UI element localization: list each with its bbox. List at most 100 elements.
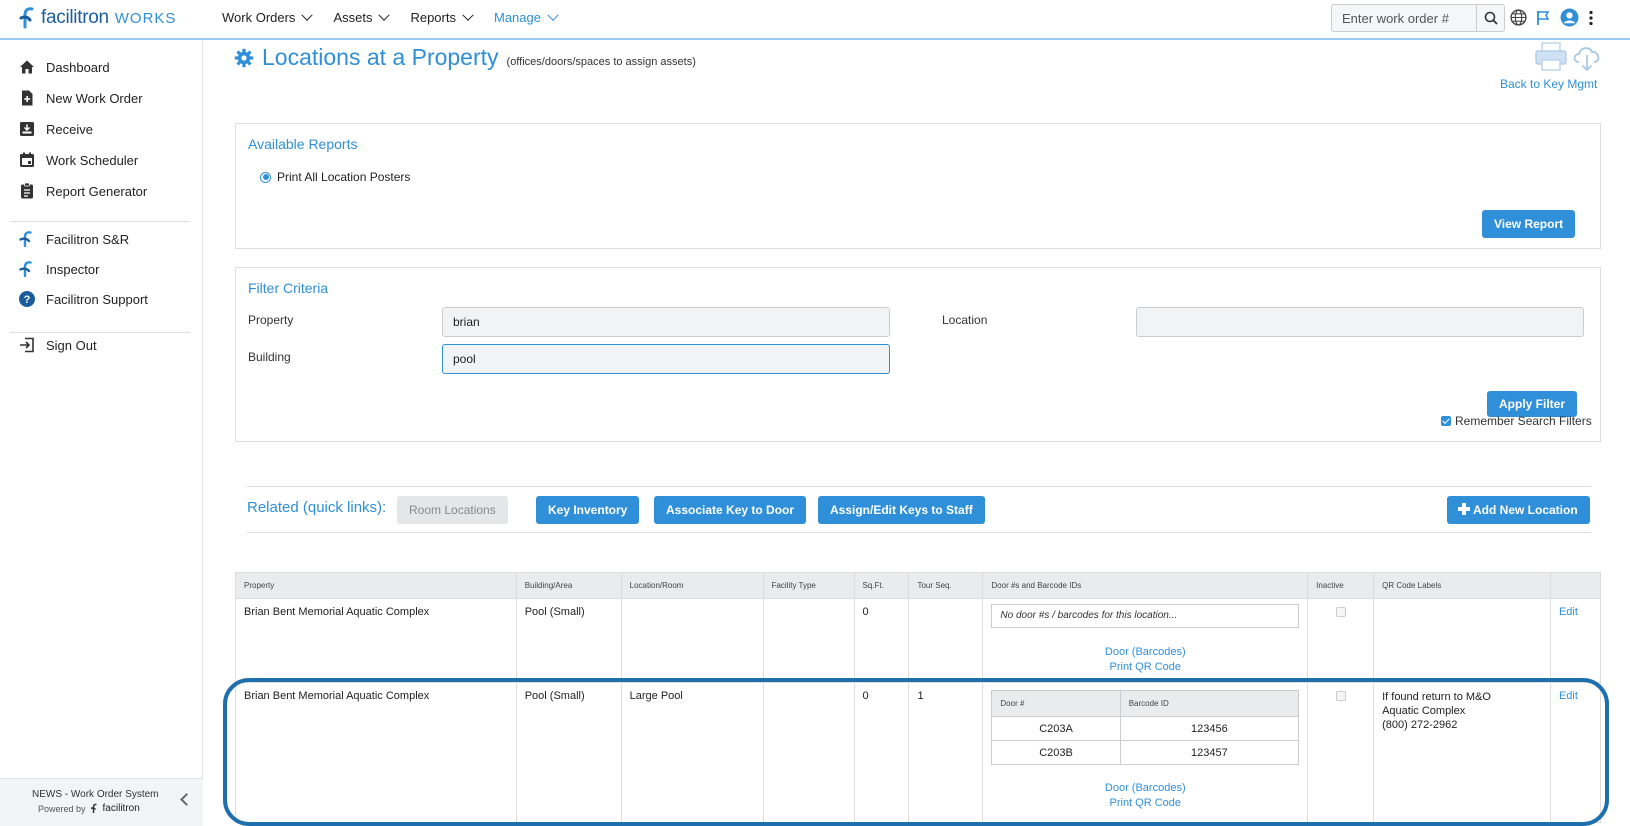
flag-icon[interactable] <box>1536 10 1551 26</box>
available-reports-title: Available Reports <box>248 136 358 152</box>
powered-by-label: Powered by <box>38 803 86 814</box>
cell-doors: Door # Barcode ID C203A 123456 C203B 123… <box>982 682 1309 823</box>
edit-link[interactable]: Edit <box>1549 598 1602 683</box>
door-links: Door (Barcodes) Print QR Code <box>991 645 1299 675</box>
top-icons <box>1510 8 1594 27</box>
cell-qr-labels: If found return to M&O Aquatic Complex (… <box>1373 682 1551 823</box>
globe-icon[interactable] <box>1510 9 1527 26</box>
col-qr-labels[interactable]: QR Code Labels <box>1373 572 1551 599</box>
door-number: C203A <box>991 716 1121 741</box>
view-report-button[interactable]: View Report <box>1482 210 1576 238</box>
cell-tour-seq <box>908 598 984 683</box>
nav-manage[interactable]: Manage <box>494 9 559 25</box>
edit-link[interactable]: Edit <box>1549 682 1602 823</box>
sidebar-item-inspector[interactable]: Inspector <box>18 260 99 278</box>
col-doors-barcodes[interactable]: Door #s and Barcode IDs <box>982 572 1309 599</box>
plus-doc-icon <box>22 90 33 106</box>
locations-table: Property Building/Area Location/Room Fac… <box>235 572 1602 823</box>
barcode-id: 123457 <box>1119 740 1300 765</box>
cloud-download-icon[interactable] <box>1570 42 1604 72</box>
chevron-down-icon <box>462 9 474 21</box>
room-locations-button[interactable]: Room Locations <box>397 496 508 524</box>
work-order-search <box>1331 4 1505 32</box>
property-label: Property <box>248 313 294 327</box>
col-property[interactable]: Property <box>235 572 517 599</box>
sidebar-item-new-work-order[interactable]: New Work Order <box>18 89 143 107</box>
search-icon <box>1484 11 1498 25</box>
col-sqft[interactable]: Sq.Ft. <box>853 572 910 599</box>
system-name: NEWS - Work Order System <box>32 789 159 800</box>
work-order-search-input[interactable] <box>1331 4 1477 32</box>
sidebar-item-facilitron-support[interactable]: ? Facilitron Support <box>18 290 148 308</box>
door-barcodes-link[interactable]: Door (Barcodes) <box>991 645 1299 660</box>
location-field[interactable] <box>1136 307 1584 337</box>
sidebar-item-receive[interactable]: Receive <box>18 120 93 138</box>
powered-by-brand: facilitron <box>102 803 140 814</box>
available-reports-panel: Available Reports Print All Location Pos… <box>235 123 1601 249</box>
sidebar-item-work-scheduler[interactable]: Work Scheduler <box>18 151 138 169</box>
more-vertical-icon[interactable] <box>1588 10 1594 26</box>
sidebar-divider <box>10 332 190 333</box>
sidebar-item-report-generator[interactable]: Report Generator <box>18 182 147 200</box>
page-title: Locations at a Property <box>262 44 499 70</box>
cell-location: Large Pool <box>620 682 764 823</box>
col-facility-type[interactable]: Facility Type <box>762 572 855 599</box>
logo-text: facilitron <box>41 7 109 28</box>
logo-works: WORKS <box>114 9 177 27</box>
nav-assets[interactable]: Assets <box>333 9 391 25</box>
back-to-key-mgmt-link[interactable]: Back to Key Mgmt <box>1500 77 1597 91</box>
building-field[interactable] <box>442 344 890 374</box>
sidebar-item-label: New Work Order <box>46 90 143 106</box>
calendar-icon <box>20 152 34 167</box>
print-qr-code-link[interactable]: Print QR Code <box>991 660 1299 675</box>
cell-location <box>620 598 764 683</box>
associate-key-to-door-button[interactable]: Associate Key to Door <box>654 496 807 524</box>
door-barcodes-link[interactable]: Door (Barcodes) <box>991 781 1299 796</box>
print-qr-code-link[interactable]: Print QR Code <box>991 796 1299 811</box>
nav-reports[interactable]: Reports <box>410 9 474 25</box>
report-option[interactable]: Print All Location Posters <box>260 170 410 184</box>
sidebar-footer: NEWS - Work Order System Powered by faci… <box>0 778 203 826</box>
nav-work-orders[interactable]: Work Orders <box>222 9 314 25</box>
door-row: C203B 123457 <box>991 740 1300 765</box>
add-new-location-button[interactable]: Add New Location <box>1447 496 1590 524</box>
remember-filters-label: Remember Search Filters <box>1455 414 1592 428</box>
sidebar-item-facilitron-sr[interactable]: Facilitron S&R <box>18 230 129 248</box>
search-button[interactable] <box>1477 4 1505 32</box>
remember-filters-checkbox[interactable] <box>1441 416 1451 426</box>
user-avatar-icon[interactable] <box>1560 8 1579 27</box>
col-location[interactable]: Location/Room <box>620 572 764 599</box>
facilitron-mini-logo-icon <box>90 803 97 813</box>
report-option-radio[interactable] <box>260 171 271 183</box>
chevron-down-icon <box>547 9 559 21</box>
report-option-label: Print All Location Posters <box>277 170 411 184</box>
sidebar-item-sign-out[interactable]: Sign Out <box>18 336 97 354</box>
printer-icon[interactable] <box>1534 42 1568 72</box>
col-building[interactable]: Building/Area <box>515 572 622 599</box>
collapse-sidebar-icon[interactable] <box>180 793 193 806</box>
filter-criteria-title: Filter Criteria <box>248 280 329 296</box>
sidebar-item-dashboard[interactable]: Dashboard <box>18 58 110 76</box>
table-header-row: Property Building/Area Location/Room Fac… <box>235 572 1602 599</box>
facilitron-icon <box>19 231 32 248</box>
inactive-checkbox[interactable] <box>1335 607 1346 617</box>
page-header: Locations at a Property (offices/doors/s… <box>234 44 696 71</box>
sidebar-divider <box>10 221 190 222</box>
property-field[interactable] <box>442 307 890 337</box>
facilitron-logo[interactable]: facilitron WORKS <box>18 6 176 30</box>
sign-out-icon <box>20 337 34 353</box>
inactive-checkbox[interactable] <box>1335 691 1346 701</box>
no-doors-message: No door #s / barcodes for this location.… <box>991 604 1300 628</box>
cell-inactive <box>1307 682 1375 823</box>
door-number: C203B <box>991 740 1121 765</box>
remember-filters[interactable]: Remember Search Filters <box>1441 414 1592 428</box>
col-tour-seq[interactable]: Tour Seq. <box>908 572 984 599</box>
nav-label: Reports <box>410 10 456 25</box>
assign-edit-keys-button[interactable]: Assign/Edit Keys to Staff <box>818 496 985 524</box>
cell-doors: No door #s / barcodes for this location.… <box>982 598 1309 683</box>
cell-inactive <box>1307 598 1375 683</box>
col-inactive[interactable]: Inactive <box>1307 572 1375 599</box>
top-nav: Work Orders Assets Reports Manage <box>222 9 559 25</box>
key-inventory-button[interactable]: Key Inventory <box>536 496 640 524</box>
add-new-location-label: Add New Location <box>1473 503 1578 517</box>
